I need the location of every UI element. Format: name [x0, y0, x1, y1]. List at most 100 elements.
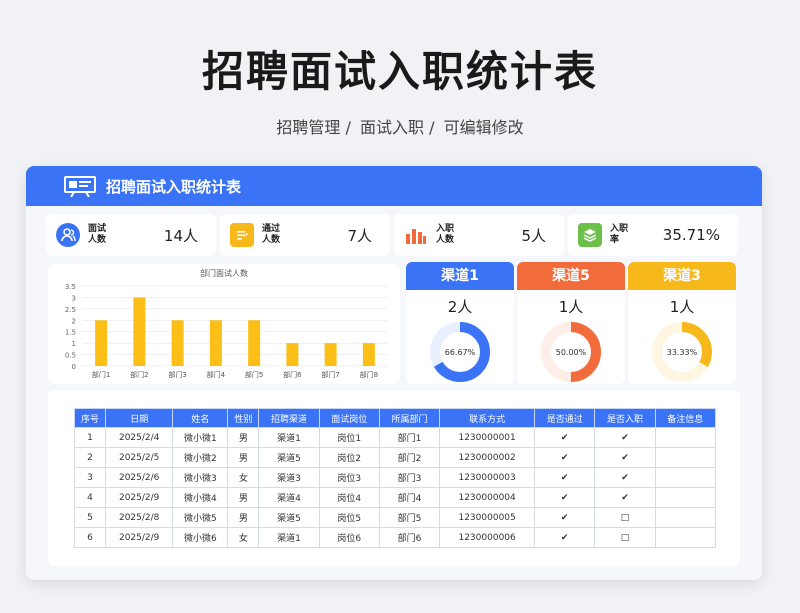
table-cell[interactable]: 渠道4: [258, 487, 320, 508]
table-cell[interactable]: ✔: [594, 487, 656, 508]
table-cell[interactable]: 渠道5: [258, 507, 320, 528]
table-cell[interactable]: 1230000004: [439, 487, 536, 508]
column-header[interactable]: 日期: [104, 408, 174, 428]
stat-value: 5人: [521, 226, 546, 245]
table-cell[interactable]: 部门6: [378, 527, 441, 548]
table-cell[interactable]: ✔: [534, 507, 596, 528]
table-cell[interactable]: [654, 447, 717, 468]
table-cell[interactable]: [654, 487, 717, 508]
column-header[interactable]: 招聘渠道: [258, 408, 320, 428]
bar[interactable]: [248, 320, 261, 366]
bar[interactable]: [95, 320, 108, 366]
table-cell[interactable]: 渠道1: [258, 527, 320, 548]
table-cell[interactable]: 微小微1: [172, 427, 229, 448]
table-cell[interactable]: 微小微4: [172, 487, 229, 508]
table-cell[interactable]: 1230000001: [439, 427, 536, 448]
table-cell[interactable]: ✔: [594, 447, 656, 468]
table-cell[interactable]: 3: [74, 467, 106, 488]
table-cell[interactable]: 渠道1: [258, 427, 320, 448]
table-row[interactable]: 3 2025/2/6 微小微3 女渠道3 岗位3 部门3 1230000003 ✔ ✔: [74, 467, 717, 488]
column-header[interactable]: 性别: [227, 408, 260, 428]
table-cell[interactable]: 2: [74, 447, 106, 468]
breadcrumb-item[interactable]: 可编辑修改: [444, 118, 524, 137]
table-cell[interactable]: ✔: [594, 467, 656, 488]
table-cell[interactable]: [654, 527, 717, 548]
table-row[interactable]: 5 2025/2/8 微小微5 男渠道5 岗位5 部门5 1230000005 ✔ □: [74, 507, 717, 528]
column-header[interactable]: 序号: [74, 408, 106, 428]
bar[interactable]: [286, 343, 299, 366]
table-cell[interactable]: 男: [227, 487, 260, 508]
table-row[interactable]: 4 2025/2/9 微小微4 男渠道4 岗位4 部门4 1230000004 ✔ ✔: [74, 487, 717, 508]
presentation-board-icon: [64, 176, 96, 197]
table-cell[interactable]: 男: [227, 427, 260, 448]
stat-value: 7人: [347, 226, 372, 245]
table-cell[interactable]: 4: [74, 487, 106, 508]
table-cell[interactable]: 1230000005: [439, 507, 536, 528]
table-cell[interactable]: 渠道3: [258, 467, 320, 488]
bar[interactable]: [171, 320, 184, 366]
table-cell[interactable]: 微小微5: [172, 507, 229, 528]
table-cell[interactable]: 5: [74, 507, 106, 528]
table-cell[interactable]: 1230000002: [439, 447, 536, 468]
table-cell[interactable]: [654, 507, 717, 528]
table-cell[interactable]: 2025/2/9: [104, 527, 174, 548]
table-cell[interactable]: 岗位1: [318, 427, 380, 448]
channel-value: 2人: [447, 298, 473, 316]
table-cell[interactable]: ✔: [534, 447, 596, 468]
bar[interactable]: [324, 343, 337, 366]
table-cell[interactable]: ✔: [534, 487, 596, 508]
table-cell[interactable]: 2025/2/8: [104, 507, 174, 528]
table-cell[interactable]: 部门5: [378, 507, 441, 528]
table-cell[interactable]: □: [594, 507, 656, 528]
column-header[interactable]: 备注信息: [654, 408, 717, 428]
table-row[interactable]: 2 2025/2/5 微小微2 男渠道5 岗位2 部门2 1230000002 ✔ ✔: [74, 447, 717, 468]
table-cell[interactable]: 渠道5: [258, 447, 320, 468]
table-cell[interactable]: 岗位6: [318, 527, 380, 548]
table-cell[interactable]: ✔: [534, 427, 596, 448]
table-cell[interactable]: 1: [74, 427, 106, 448]
table-cell[interactable]: 微小微6: [172, 527, 229, 548]
table-row[interactable]: 1 2025/2/4 微小微1 男渠道1 岗位1 部门1 1230000001 ✔ ✔: [74, 427, 717, 448]
table-cell[interactable]: 女: [227, 527, 260, 548]
table-cell[interactable]: 1230000003: [439, 467, 536, 488]
table-cell[interactable]: 2025/2/4: [104, 427, 174, 448]
bar[interactable]: [209, 320, 222, 366]
channel-card: 渠道1 2人 66.67%: [406, 262, 514, 384]
table-cell[interactable]: ✔: [594, 427, 656, 448]
table-cell[interactable]: 女: [227, 467, 260, 488]
column-header[interactable]: 是否入职: [594, 408, 656, 428]
breadcrumb-item[interactable]: 面试入职 /: [360, 118, 434, 137]
column-header[interactable]: 姓名: [172, 408, 229, 428]
table-cell[interactable]: 部门4: [378, 487, 441, 508]
table-cell[interactable]: 2025/2/9: [104, 487, 174, 508]
table-cell[interactable]: 6: [74, 527, 106, 548]
table-cell[interactable]: 部门1: [378, 427, 441, 448]
table-cell[interactable]: 部门2: [378, 447, 441, 468]
table-cell[interactable]: 部门3: [378, 467, 441, 488]
table-cell[interactable]: 2025/2/5: [104, 447, 174, 468]
column-header[interactable]: 所属部门: [378, 408, 441, 428]
column-header[interactable]: 面试岗位: [318, 408, 380, 428]
table-row[interactable]: 6 2025/2/9 微小微6 女渠道1 岗位6 部门6 1230000006 ✔ □: [74, 527, 717, 548]
table-cell[interactable]: 岗位2: [318, 447, 380, 468]
table-cell[interactable]: 男: [227, 507, 260, 528]
table-cell[interactable]: ✔: [534, 467, 596, 488]
bar[interactable]: [362, 343, 375, 366]
table-cell[interactable]: 微小微2: [172, 447, 229, 468]
table-cell[interactable]: 男: [227, 447, 260, 468]
table-cell[interactable]: [654, 427, 717, 448]
table-cell[interactable]: [654, 467, 717, 488]
department-bar-chart: 部门面试人数 0 0.5 1 1.5 2 2.5 3 3.5 部门1 部门2 部门3 部门4 部门5 部门6…: [48, 264, 400, 384]
column-header[interactable]: 联系方式: [439, 408, 536, 428]
table-cell[interactable]: ✔: [534, 527, 596, 548]
table-cell[interactable]: 岗位5: [318, 507, 380, 528]
table-cell[interactable]: 微小微3: [172, 467, 229, 488]
bar[interactable]: [133, 297, 146, 366]
table-cell[interactable]: 2025/2/6: [104, 467, 174, 488]
table-cell[interactable]: 岗位3: [318, 467, 380, 488]
table-cell[interactable]: 1230000006: [439, 527, 536, 548]
column-header[interactable]: 是否通过: [534, 408, 596, 428]
table-cell[interactable]: 岗位4: [318, 487, 380, 508]
table-cell[interactable]: □: [594, 527, 656, 548]
breadcrumb-item[interactable]: 招聘管理 /: [276, 118, 350, 137]
